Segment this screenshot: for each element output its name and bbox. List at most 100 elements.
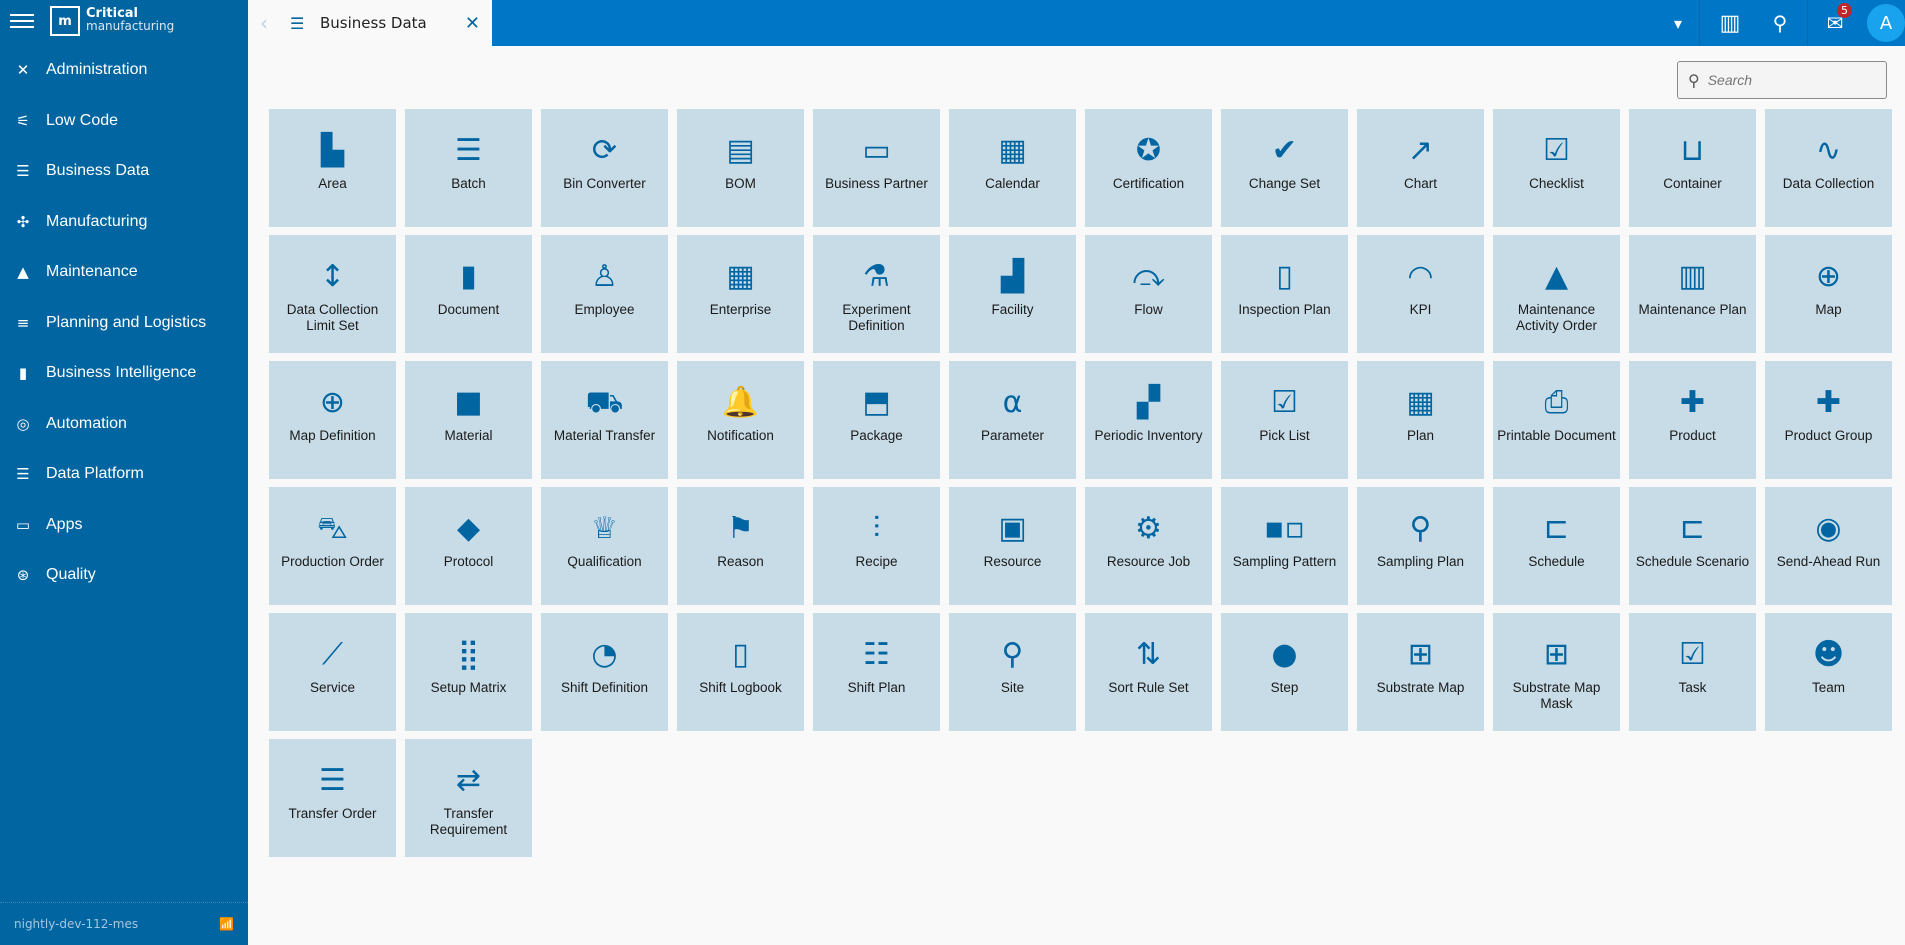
tile-substrate-map-mask[interactable]: ⊞ Substrate Map Mask — [1493, 613, 1620, 731]
tile-data-collection-limit-set[interactable]: ↕ Data Collection Limit Set — [269, 235, 396, 353]
tile-kpi[interactable]: ◠ KPI — [1357, 235, 1484, 353]
tile-bin-converter[interactable]: ⟳ Bin Converter — [541, 109, 668, 227]
sidebar-item-administration[interactable]: ✕ Administration — [0, 47, 248, 93]
sidebar-item-business-data[interactable]: ☰ Business Data — [0, 148, 248, 194]
sidebar: m Critical manufacturing ✕ Administration… — [0, 0, 248, 945]
tile-employee[interactable]: ♙ Employee — [541, 235, 668, 353]
tile-schedule-scenario[interactable]: ⊏ Schedule Scenario — [1629, 487, 1756, 605]
sidebar-item-maintenance[interactable]: ▲ Maintenance — [0, 249, 248, 295]
tile-substrate-map[interactable]: ⊞ Substrate Map — [1357, 613, 1484, 731]
tile-label: Shift Logbook — [699, 680, 782, 695]
tile-flow[interactable]: ⤼ Flow — [1085, 235, 1212, 353]
tile-sampling-pattern[interactable]: ▪▫ Sampling Pattern — [1221, 487, 1348, 605]
tile-parameter[interactable]: α Parameter — [949, 361, 1076, 479]
data-collection-limit-set-icon: ↕ — [319, 259, 346, 294]
tile-chart[interactable]: ↗ Chart — [1357, 109, 1484, 227]
tile-material[interactable]: ■ Material — [405, 361, 532, 479]
checklist-icon: ☑ — [1543, 133, 1570, 168]
tile-map[interactable]: ⊕ Map — [1765, 235, 1892, 353]
tile-sort-rule-set[interactable]: ⇅ Sort Rule Set — [1085, 613, 1212, 731]
tile-shift-logbook[interactable]: ▯ Shift Logbook — [677, 613, 804, 731]
tile-notification[interactable]: 🔔 Notification — [677, 361, 804, 479]
sidebar-item-manufacturing[interactable]: ✣ Manufacturing — [0, 199, 248, 245]
tile-enterprise[interactable]: ▦ Enterprise — [677, 235, 804, 353]
tile-facility[interactable]: ▟ Facility — [949, 235, 1076, 353]
tile-experiment-definition[interactable]: ⚗ Experiment Definition — [813, 235, 940, 353]
tile-periodic-inventory[interactable]: ▞ Periodic Inventory — [1085, 361, 1212, 479]
employee-icon: ♙ — [591, 259, 618, 294]
tile-service[interactable]: ⟋ Service — [269, 613, 396, 731]
tile-transfer-order[interactable]: ☰ Transfer Order — [269, 739, 396, 857]
business-intelligence-icon: ▮ — [18, 364, 28, 382]
tile-sampling-plan[interactable]: ⚲ Sampling Plan — [1357, 487, 1484, 605]
tabs-dropdown-button[interactable]: ▾ — [1662, 0, 1694, 46]
tile-team[interactable]: ☻ Team — [1765, 613, 1892, 731]
tile-shift-plan[interactable]: ☷ Shift Plan — [813, 613, 940, 731]
schedule-icon: ⊏ — [1543, 511, 1570, 546]
tile-resource-job[interactable]: ⚙ Resource Job — [1085, 487, 1212, 605]
tile-task[interactable]: ☑ Task — [1629, 613, 1756, 731]
tile-site[interactable]: ⚲ Site — [949, 613, 1076, 731]
tile-step[interactable]: ● Step — [1221, 613, 1348, 731]
tile-label: Calendar — [985, 176, 1040, 191]
map-icon: ⊕ — [1815, 259, 1842, 294]
team-icon: ☻ — [1812, 637, 1845, 672]
tile-business-partner[interactable]: ▭ Business Partner — [813, 109, 940, 227]
tile-material-transfer[interactable]: ⛟ Material Transfer — [541, 361, 668, 479]
tile-calendar[interactable]: ▦ Calendar — [949, 109, 1076, 227]
sidebar-item-business-intelligence[interactable]: ▮ Business Intelligence — [0, 350, 248, 396]
tile-document[interactable]: ▮ Document — [405, 235, 532, 353]
tile-reason[interactable]: ⚑ Reason — [677, 487, 804, 605]
close-tab-icon[interactable]: ✕ — [465, 13, 480, 34]
tile-inspection-plan[interactable]: ▯ Inspection Plan — [1221, 235, 1348, 353]
sidebar-item-quality[interactable]: ⊛ Quality — [0, 552, 248, 598]
search-input[interactable] — [1707, 72, 1868, 88]
tile-production-order[interactable]: ⛍ Production Order — [269, 487, 396, 605]
tile-recipe[interactable]: ⫶ Recipe — [813, 487, 940, 605]
tile-shift-definition[interactable]: ◔ Shift Definition — [541, 613, 668, 731]
container-icon: ⊔ — [1680, 133, 1705, 168]
tab-business-data[interactable]: ‹ ☰ Business Data ✕ — [248, 0, 492, 46]
tile-send-ahead-run[interactable]: ◉ Send-Ahead Run — [1765, 487, 1892, 605]
menu-icon[interactable] — [10, 10, 34, 36]
tile-bom[interactable]: ▤ BOM — [677, 109, 804, 227]
tile-product-group[interactable]: ✚ Product Group — [1765, 361, 1892, 479]
tile-maintenance-activity-order[interactable]: ▲ Maintenance Activity Order — [1493, 235, 1620, 353]
barcode-scan-icon[interactable]: ▥ — [1710, 0, 1750, 46]
tile-certification[interactable]: ✪ Certification — [1085, 109, 1212, 227]
tile-schedule[interactable]: ⊏ Schedule — [1493, 487, 1620, 605]
tile-map-definition[interactable]: ⊕ Map Definition — [269, 361, 396, 479]
tile-qualification[interactable]: ♕ Qualification — [541, 487, 668, 605]
sidebar-item-low-code[interactable]: ⚟ Low Code — [0, 98, 248, 144]
search-box[interactable]: ⚲ — [1677, 61, 1887, 99]
tile-container[interactable]: ⊔ Container — [1629, 109, 1756, 227]
back-icon[interactable]: ‹ — [260, 11, 282, 35]
tile-product[interactable]: ✚ Product — [1629, 361, 1756, 479]
user-avatar[interactable]: A — [1867, 4, 1905, 42]
step-icon: ● — [1271, 637, 1298, 672]
sidebar-item-data-platform[interactable]: ☰ Data Platform — [0, 451, 248, 497]
tile-checklist[interactable]: ☑ Checklist — [1493, 109, 1620, 227]
tile-pick-list[interactable]: ☑ Pick List — [1221, 361, 1348, 479]
tile-setup-matrix[interactable]: ⣿ Setup Matrix — [405, 613, 532, 731]
tile-printable-document[interactable]: ⎙ Printable Document — [1493, 361, 1620, 479]
setup-matrix-icon: ⣿ — [457, 637, 480, 672]
tile-label: Resource Job — [1106, 554, 1191, 569]
tile-maintenance-plan[interactable]: ▥ Maintenance Plan — [1629, 235, 1756, 353]
tile-protocol[interactable]: ◆ Protocol — [405, 487, 532, 605]
tile-label: Sampling Pattern — [1232, 554, 1337, 569]
tile-transfer-requirement[interactable]: ⇄ Transfer Requirement — [405, 739, 532, 857]
tile-package[interactable]: ⬒ Package — [813, 361, 940, 479]
maintenance-icon: ▲ — [17, 263, 29, 281]
sidebar-item-planning-and-logistics[interactable]: ≡ Planning and Logistics — [0, 300, 248, 346]
tile-area[interactable]: ▙ Area — [269, 109, 396, 227]
tile-resource[interactable]: ▣ Resource — [949, 487, 1076, 605]
sidebar-item-apps[interactable]: ▭ Apps — [0, 502, 248, 548]
tile-batch[interactable]: ☰ Batch — [405, 109, 532, 227]
apps-icon: ▭ — [15, 515, 31, 534]
tile-change-set[interactable]: ✔ Change Set — [1221, 109, 1348, 227]
sidebar-item-automation[interactable]: ◎ Automation — [0, 401, 248, 447]
global-search-icon[interactable]: ⚲ — [1760, 0, 1800, 46]
tile-plan[interactable]: ▦ Plan — [1357, 361, 1484, 479]
tile-data-collection[interactable]: ∿ Data Collection — [1765, 109, 1892, 227]
